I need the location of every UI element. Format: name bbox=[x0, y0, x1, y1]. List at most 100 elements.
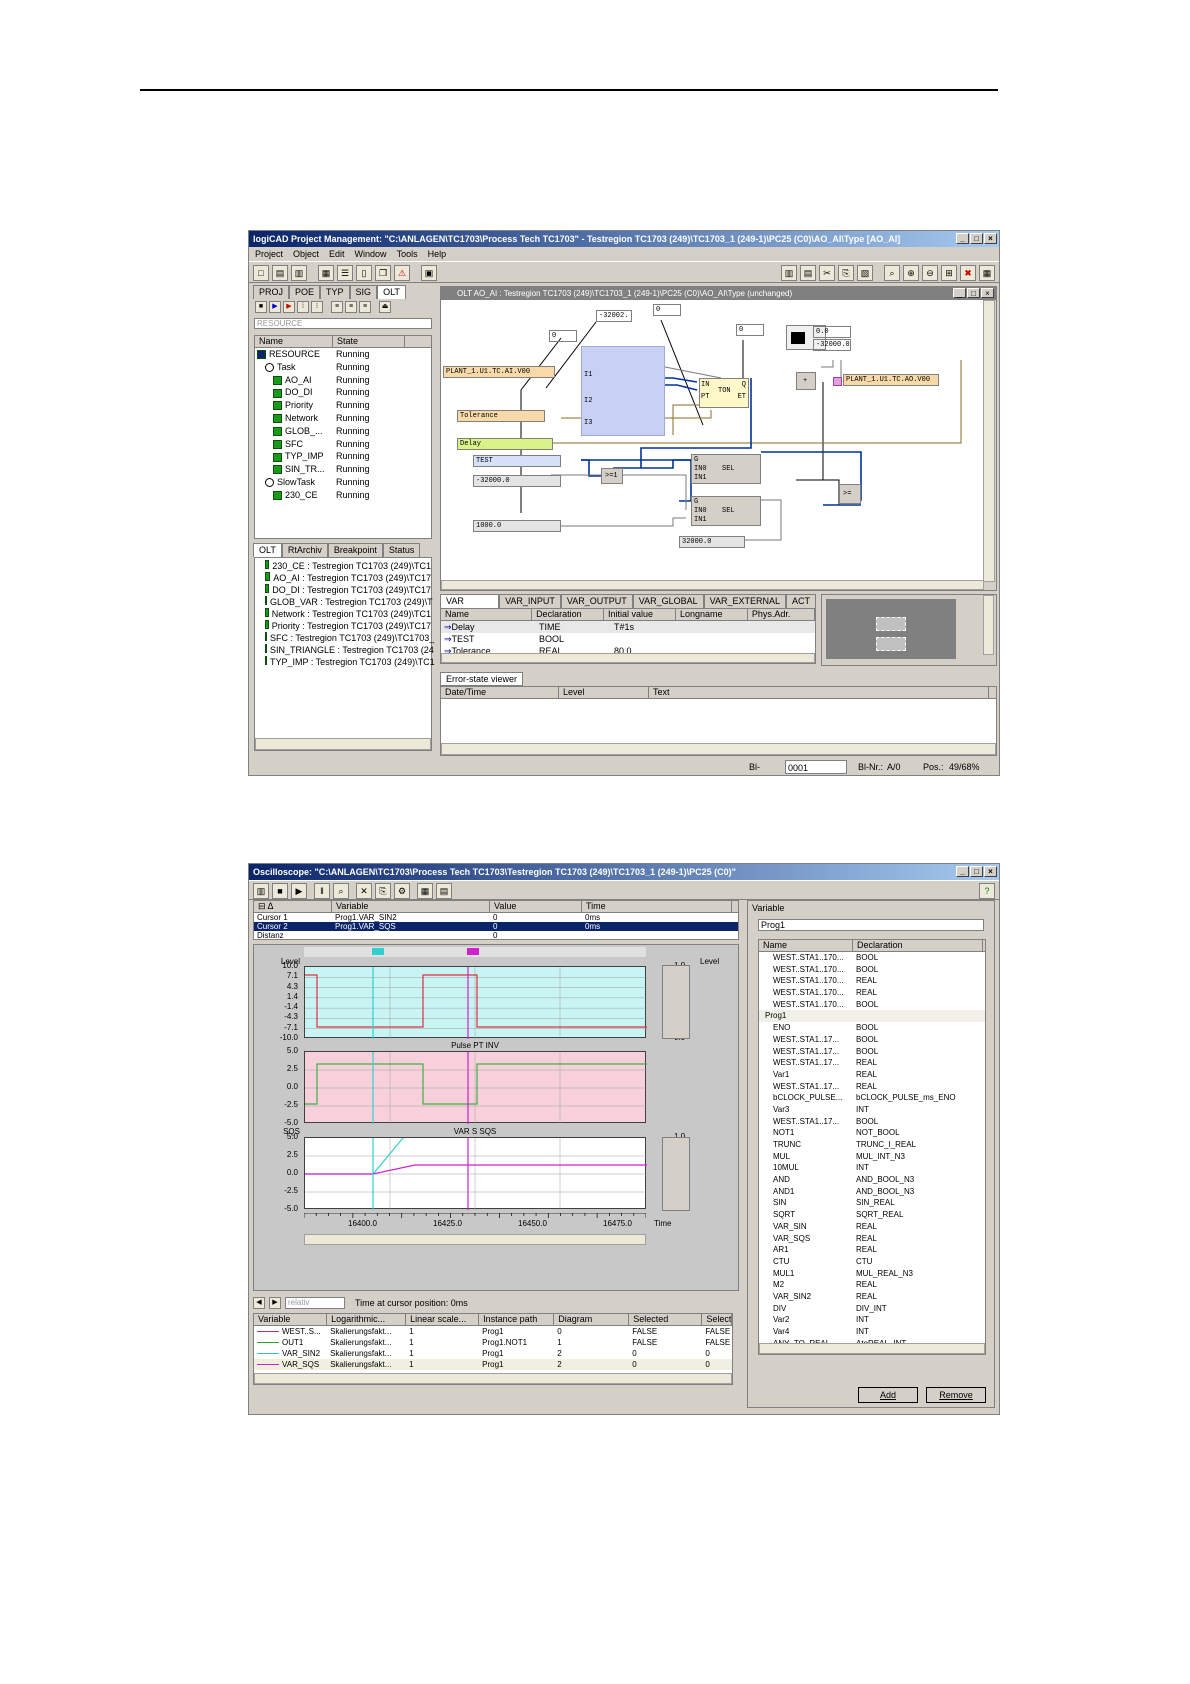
grid-icon[interactable]: ▦ bbox=[979, 265, 995, 281]
step-into-icon[interactable]: ⁝ bbox=[311, 301, 323, 313]
variable-row[interactable]: WEST..STA1..170... REAL bbox=[759, 987, 985, 999]
add-button[interactable]: Add bbox=[858, 1387, 918, 1403]
col-text[interactable]: Text bbox=[649, 687, 989, 698]
menu-window[interactable]: Window bbox=[355, 247, 387, 261]
input-plant-ai[interactable]: PLANT_1.U1.TC.AI.V00 bbox=[443, 366, 555, 378]
copy-icon[interactable]: ⎘ bbox=[375, 883, 391, 899]
variable-row[interactable]: Prog1 bbox=[759, 1010, 985, 1023]
col-initial[interactable]: Initial value bbox=[604, 609, 676, 620]
menu-help[interactable]: Help bbox=[428, 247, 447, 261]
tree-item[interactable]: 230_CE : Testregion TC1703 (249)\TC1 bbox=[255, 560, 431, 572]
zoom-in-icon[interactable]: ⊕ bbox=[903, 265, 919, 281]
list3-icon[interactable]: ≡ bbox=[359, 301, 371, 313]
tab-var-input[interactable]: VAR_INPUT bbox=[499, 594, 561, 608]
var-hscroll[interactable] bbox=[441, 653, 815, 663]
signal-row[interactable]: WEST..S... Skalierungsfakt... 1 Prog1 0 FALSE… bbox=[254, 1326, 732, 1337]
record-icon[interactable]: ▶ bbox=[283, 301, 295, 313]
maximize-button[interactable]: □ bbox=[970, 233, 983, 244]
monitor-icon[interactable]: ▣ bbox=[421, 265, 437, 281]
resource-row[interactable]: SlowTask Running bbox=[255, 476, 431, 489]
variable-row[interactable]: Var4 INT bbox=[759, 1326, 985, 1338]
const-32000[interactable]: 32000.0 bbox=[679, 536, 745, 548]
variable-row[interactable]: WEST..STA1..17... REAL bbox=[759, 1057, 985, 1069]
close-button[interactable]: × bbox=[984, 233, 997, 244]
col-cursor-time[interactable]: Time bbox=[582, 901, 732, 912]
resource-row[interactable]: 230_CE Running bbox=[255, 489, 431, 502]
col-sig-diag[interactable]: Diagram bbox=[554, 1314, 630, 1325]
variable-row[interactable]: VAR_SIN REAL bbox=[759, 1221, 985, 1233]
col-state[interactable]: State bbox=[333, 336, 405, 347]
col-sig-path[interactable]: Instance path bbox=[479, 1314, 555, 1325]
variable-row[interactable]: WEST..STA1..17... BOOL bbox=[759, 1046, 985, 1058]
variable-row[interactable]: CTU CTU bbox=[759, 1256, 985, 1268]
diagram-vscroll[interactable] bbox=[983, 300, 995, 582]
print-icon[interactable]: ▦ bbox=[417, 883, 433, 899]
list-icon[interactable]: ≡ bbox=[331, 301, 343, 313]
save-icon[interactable]: ▥ bbox=[253, 883, 269, 899]
ge-block[interactable]: >= bbox=[839, 484, 861, 504]
variable-row[interactable]: NOT1 NOT_BOOL bbox=[759, 1127, 985, 1139]
tree-item[interactable]: Priority : Testregion TC1703 (249)\TC17 bbox=[255, 620, 431, 632]
tab-rtarchiv[interactable]: RtArchiv bbox=[281, 543, 328, 557]
menu-tools[interactable]: Tools bbox=[397, 247, 418, 261]
remove-button[interactable]: Remove bbox=[926, 1387, 986, 1403]
zoom-icon[interactable]: ⌕ bbox=[333, 883, 349, 899]
variable-row[interactable]: Var3 INT bbox=[759, 1104, 985, 1116]
paste-icon[interactable]: ▧ bbox=[857, 265, 873, 281]
resource-row[interactable]: Network Running bbox=[255, 412, 431, 425]
variable-row[interactable]: VAR_SIN2 REAL bbox=[759, 1291, 985, 1303]
tree-hscroll[interactable] bbox=[255, 738, 431, 750]
warning-icon[interactable]: ⚠ bbox=[394, 265, 410, 281]
olt-maximize[interactable]: □ bbox=[967, 288, 980, 298]
tab-olt-list[interactable]: OLT bbox=[253, 543, 282, 557]
olt-minimize[interactable]: _ bbox=[953, 288, 966, 298]
resource-row[interactable]: SIN_TR... Running bbox=[255, 463, 431, 476]
var-test[interactable]: TEST bbox=[473, 455, 561, 467]
settings-icon[interactable]: ⚙ bbox=[394, 883, 410, 899]
resource-row[interactable]: RESOURCE Running bbox=[255, 348, 431, 361]
tab-var-output[interactable]: VAR_OUTPUT bbox=[560, 594, 633, 608]
const-0-a[interactable]: 0 bbox=[549, 330, 577, 342]
var-tolerance[interactable]: Tolerance bbox=[457, 410, 545, 422]
col-longname[interactable]: Longname bbox=[676, 609, 748, 620]
tab-var[interactable]: VAR bbox=[440, 594, 500, 608]
export-icon[interactable]: ▤ bbox=[436, 883, 452, 899]
help-icon[interactable]: ? bbox=[979, 883, 995, 899]
variable-row[interactable]: Var2 INT bbox=[759, 1314, 985, 1326]
olt-close[interactable]: × bbox=[981, 288, 994, 298]
variable-row[interactable]: WEST..STA1..17... REAL bbox=[759, 1081, 985, 1093]
col-sig-log[interactable]: Logarithmic... bbox=[327, 1314, 407, 1325]
cut-icon[interactable]: ✂ bbox=[819, 265, 835, 281]
variable-row[interactable]: AND AND_BOOL_N3 bbox=[759, 1174, 985, 1186]
variable-row[interactable]: WEST..STA1..170... REAL bbox=[759, 975, 985, 987]
tab-var-external[interactable]: VAR_EXTERNAL bbox=[703, 594, 786, 608]
osc-minimize-button[interactable]: _ bbox=[956, 866, 969, 877]
col-sig-lin[interactable]: Linear scale... bbox=[406, 1314, 480, 1325]
tab-sig[interactable]: SIG bbox=[349, 285, 378, 299]
relative-select[interactable]: relativ bbox=[285, 1297, 345, 1309]
overview-viewport[interactable] bbox=[876, 617, 906, 631]
zoom-out-icon[interactable]: ⊖ bbox=[922, 265, 938, 281]
variable-row[interactable]: WEST..STA1..170... BOOL bbox=[759, 964, 985, 976]
cursor-row[interactable]: Cursor 2 Prog1.VAR_SQS 0 0ms bbox=[254, 922, 738, 931]
delete-icon[interactable]: ✖ bbox=[960, 265, 976, 281]
variable-row[interactable]: DIV DIV_INT bbox=[759, 1303, 985, 1315]
variable-row[interactable]: ENO BOOL bbox=[759, 1022, 985, 1034]
col-cursor-value[interactable]: Value bbox=[490, 901, 582, 912]
eject-icon[interactable]: ⏏ bbox=[379, 301, 391, 313]
cursor-row[interactable]: Cursor 1 Prog1.VAR_SIN2 0 0ms bbox=[254, 913, 738, 922]
save-all-icon[interactable]: ▥ bbox=[781, 265, 797, 281]
new-icon[interactable]: □ bbox=[253, 265, 269, 281]
var-row[interactable]: ⇒Delay TIME T#1s bbox=[441, 621, 815, 633]
col-level[interactable]: Level bbox=[559, 687, 649, 698]
stop-icon[interactable]: ■ bbox=[255, 301, 267, 313]
variable-row[interactable]: SIN SIN_REAL bbox=[759, 1197, 985, 1209]
variable-row[interactable]: SQRT SQRT_REAL bbox=[759, 1209, 985, 1221]
signal-row[interactable]: VAR_SQS Skalierungsfakt... 1 Prog1 2 0 0 bbox=[254, 1359, 732, 1370]
resource-row[interactable]: AO_AI Running bbox=[255, 374, 431, 387]
tab-poe[interactable]: POE bbox=[289, 285, 321, 299]
variable-row[interactable]: AR1 REAL bbox=[759, 1244, 985, 1256]
col-sig-sel2[interactable]: Selecte bbox=[702, 1314, 732, 1325]
sel-block-1[interactable]: G IN0 IN1 SEL bbox=[691, 454, 761, 484]
tree-item[interactable]: SIN_TRIANGLE : Testregion TC1703 (24 bbox=[255, 644, 434, 656]
